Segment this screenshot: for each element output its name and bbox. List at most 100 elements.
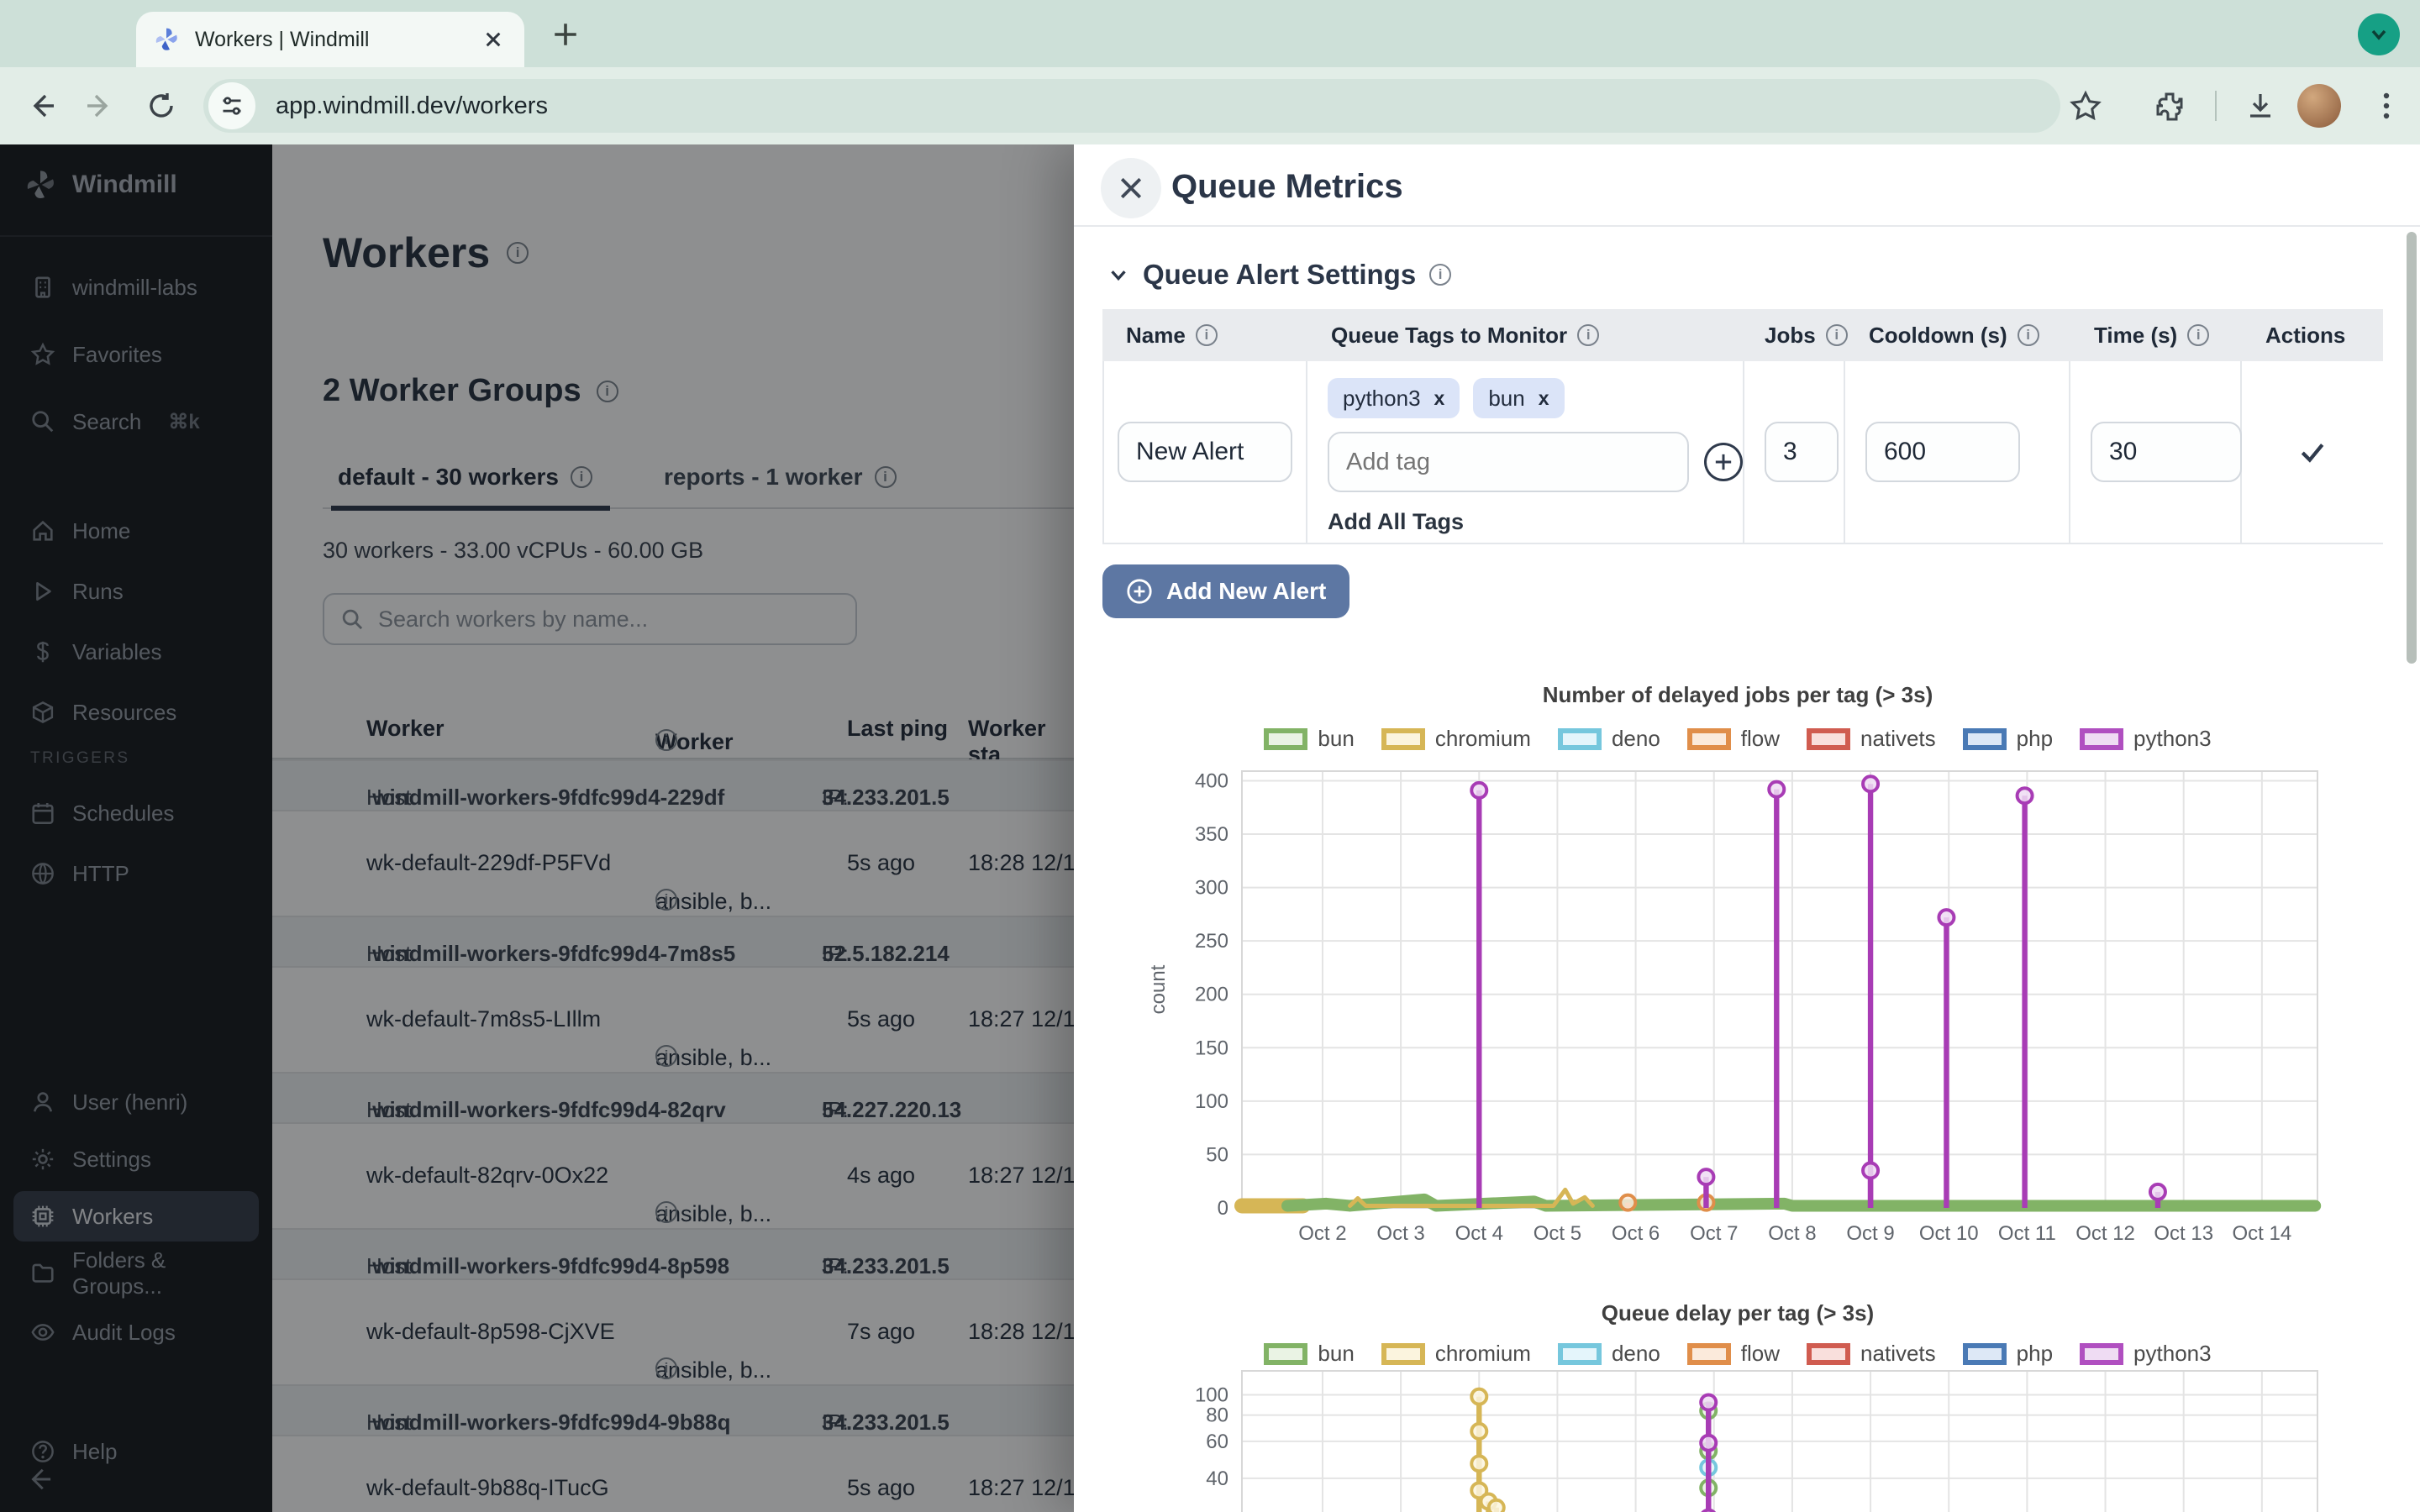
screen: Workers | Windmill app.windmill.dev/work… — [0, 0, 2420, 1512]
alert-settings-table: Name Queue Tags to Monitor Jobs Cooldown… — [1102, 309, 2383, 544]
legend-item-bun: bun — [1264, 726, 1354, 752]
legend-swatch — [2080, 728, 2123, 750]
svg-text:Oct 13: Oct 13 — [2154, 1222, 2213, 1245]
forward-button[interactable] — [84, 91, 114, 121]
alert-name-input[interactable] — [1118, 422, 1292, 482]
cooldown-info-icon[interactable] — [2018, 324, 2039, 346]
tag-label: python3 — [1343, 386, 1421, 412]
menu-dots-icon[interactable] — [2370, 89, 2403, 123]
alert-table-header: Name Queue Tags to Monitor Jobs Cooldown… — [1102, 309, 2383, 361]
plus-icon — [1714, 453, 1733, 471]
remove-tag-icon[interactable]: x — [1539, 387, 1549, 410]
svg-text:150: 150 — [1195, 1037, 1228, 1059]
chevron-down-icon — [2369, 24, 2389, 45]
circle-plus-icon — [1126, 578, 1153, 605]
chevron-down-badge[interactable] — [2358, 13, 2400, 55]
tab-title: Workers | Windmill — [195, 28, 479, 52]
svg-text:Oct 14: Oct 14 — [2233, 1222, 2292, 1245]
jobs-input[interactable] — [1765, 422, 1839, 482]
name-info-icon[interactable] — [1196, 324, 1218, 346]
toolbar-divider — [2215, 91, 2217, 121]
browser-tab[interactable]: Workers | Windmill — [136, 12, 524, 67]
legend-swatch — [1558, 728, 1602, 750]
section-info-icon[interactable] — [1429, 264, 1451, 286]
confirm-check-icon[interactable] — [2298, 438, 2327, 466]
queue-alert-settings-section[interactable]: Queue Alert Settings — [1107, 259, 1451, 291]
download-icon[interactable] — [2244, 89, 2277, 123]
add-new-alert-button[interactable]: Add New Alert — [1102, 564, 1349, 618]
url-text: app.windmill.dev/workers — [276, 92, 548, 120]
svg-text:Oct 11: Oct 11 — [1998, 1222, 2056, 1245]
legend-item-nativets: nativets — [1807, 726, 1936, 752]
close-panel-button[interactable] — [1101, 158, 1161, 218]
browser-toolbar: app.windmill.dev/workers — [0, 67, 2420, 144]
windmill-favicon-icon — [153, 26, 180, 53]
add-new-alert-label: Add New Alert — [1166, 578, 1326, 605]
legend-label: flow — [1741, 726, 1780, 752]
svg-text:Oct 12: Oct 12 — [2075, 1222, 2135, 1245]
tag-label: bun — [1488, 386, 1524, 412]
alert-name-cell — [1102, 361, 1307, 543]
legend-label: deno — [1612, 726, 1660, 752]
svg-text:Oct 5: Oct 5 — [1534, 1222, 1581, 1245]
legend-item-python3: python3 — [2080, 726, 2212, 752]
time-info-icon[interactable] — [2187, 324, 2209, 346]
svg-text:250: 250 — [1195, 930, 1228, 953]
legend-swatch — [1807, 728, 1850, 750]
legend-label: nativets — [1860, 726, 1936, 752]
svg-text:Oct 2: Oct 2 — [1298, 1222, 1346, 1245]
legend-swatch — [1687, 728, 1731, 750]
close-icon — [1118, 176, 1144, 201]
site-settings-icon[interactable] — [208, 82, 255, 129]
alert-jobs-cell — [1744, 361, 1845, 543]
page-viewport: Windmill TRIGGERS windmill-labsFavorites… — [0, 144, 2420, 1512]
new-tab-button[interactable] — [551, 20, 580, 49]
svg-text:40: 40 — [1206, 1467, 1228, 1490]
svg-text:Oct 4: Oct 4 — [1455, 1222, 1503, 1245]
chart1-title: Number of delayed jobs per tag (> 3s) — [1141, 682, 2334, 708]
url-bar[interactable]: app.windmill.dev/workers — [203, 79, 2060, 133]
legend-label: python3 — [2133, 726, 2212, 752]
svg-text:Oct 9: Oct 9 — [1846, 1222, 1894, 1245]
tag-pill-bun: bunx — [1473, 378, 1564, 418]
col-name: Name — [1102, 309, 1307, 361]
reload-button[interactable] — [146, 91, 176, 121]
add-tag-plus-button[interactable] — [1704, 443, 1743, 481]
legend-item-flow: flow — [1687, 726, 1780, 752]
queue-delay-chart: Oct 2Oct 3Oct 4Oct 5Oct 6Oct 7Oct 8Oct 9… — [1141, 1361, 2334, 1512]
profile-avatar[interactable] — [2297, 84, 2341, 128]
panel-header-divider — [1074, 225, 2420, 227]
remove-tag-icon[interactable]: x — [1434, 387, 1445, 410]
svg-text:300: 300 — [1195, 877, 1228, 900]
time-input[interactable] — [2091, 422, 2242, 482]
bookmark-star-icon[interactable] — [2069, 89, 2102, 123]
extensions-icon[interactable] — [2153, 89, 2186, 123]
svg-text:50: 50 — [1206, 1143, 1228, 1166]
svg-text:0: 0 — [1218, 1197, 1228, 1220]
browser-tabstrip: Workers | Windmill — [0, 0, 2420, 67]
alert-row: python3xbunx Add All Tags — [1102, 361, 2383, 544]
chevron-down-icon — [1107, 264, 1129, 286]
chart1-legend: bunchromiumdenoflownativetsphppython3 — [1141, 726, 2334, 752]
cooldown-input[interactable] — [1865, 422, 2020, 482]
add-all-tags-button[interactable]: Add All Tags — [1328, 509, 1743, 535]
queue-metrics-panel: Queue Metrics Queue Alert Settings Name … — [1074, 144, 2420, 1512]
jobs-info-icon[interactable] — [1826, 324, 1848, 346]
legend-item-chromium: chromium — [1381, 726, 1531, 752]
add-tag-input[interactable] — [1328, 432, 1689, 492]
svg-text:200: 200 — [1195, 984, 1228, 1006]
tags-info-icon[interactable] — [1577, 324, 1599, 346]
col-queue-tags: Queue Tags to Monitor — [1307, 309, 1744, 361]
back-button[interactable] — [27, 91, 57, 121]
svg-text:100: 100 — [1195, 1383, 1228, 1406]
panel-scrollbar-thumb[interactable] — [2407, 232, 2417, 664]
legend-swatch — [1381, 728, 1425, 750]
legend-label: bun — [1318, 726, 1354, 752]
chart2-title: Queue delay per tag (> 3s) — [1141, 1300, 2334, 1326]
tab-close-icon[interactable] — [479, 25, 508, 54]
section-label: Queue Alert Settings — [1143, 259, 1416, 291]
svg-text:350: 350 — [1195, 823, 1228, 846]
delayed-jobs-chart: Oct 2Oct 3Oct 4Oct 5Oct 6Oct 7Oct 8Oct 9… — [1141, 754, 2334, 1258]
svg-text:Oct 8: Oct 8 — [1768, 1222, 1816, 1245]
legend-swatch — [1264, 728, 1307, 750]
